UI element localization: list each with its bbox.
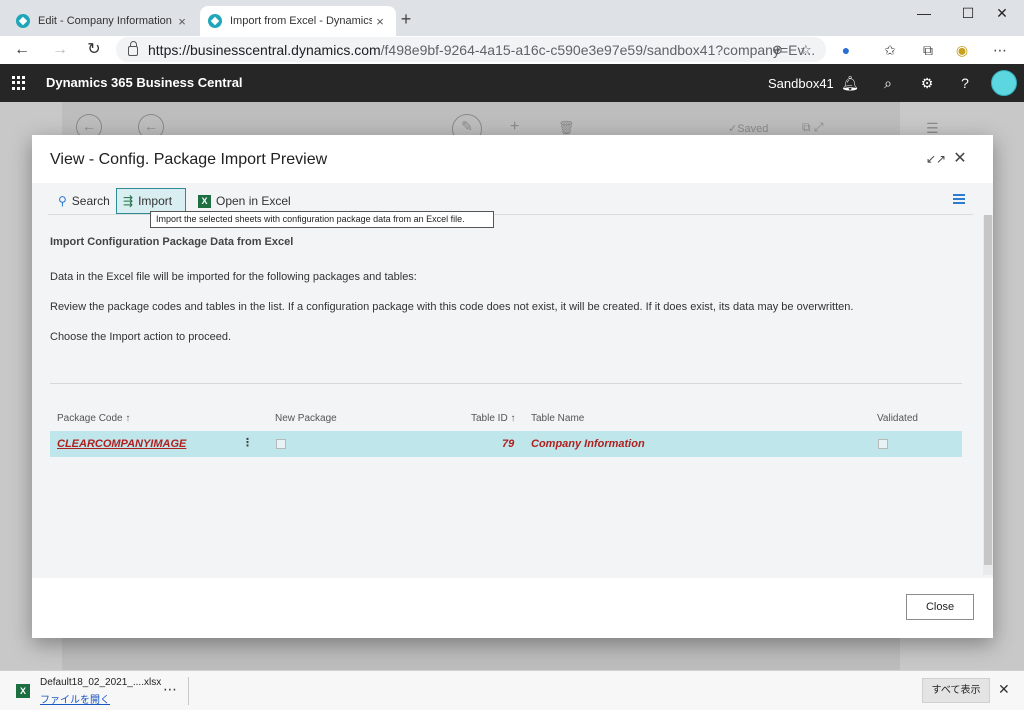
gear-icon[interactable]: ⚙ <box>917 73 937 93</box>
add-extension-icon[interactable]: ⊕ <box>772 42 783 58</box>
url-path: /f498e9bf-9264-4a15-a16c-c590e3e97e59/sa… <box>380 41 816 58</box>
column-table-id[interactable]: Table ID ↑ <box>471 413 515 424</box>
search-icon: ⚲ <box>58 194 67 208</box>
popout-icon: ⧉ ⤢ <box>802 120 824 134</box>
table-id-value: 79 <box>502 438 515 450</box>
column-package-code[interactable]: Package Code ↑ <box>57 413 130 424</box>
close-icon[interactable]: ✕ <box>950 149 970 169</box>
divider <box>188 677 189 705</box>
divider <box>50 383 962 384</box>
instruction-text: Data in the Excel file will be imported … <box>50 271 417 283</box>
show-all-button[interactable]: すべて表示 <box>922 678 990 703</box>
search-label: Search <box>71 194 110 208</box>
import-icon: ⇶ <box>123 194 134 208</box>
scrollbar-thumb[interactable] <box>984 215 992 565</box>
collapse-icon[interactable]: ↙↗ <box>926 149 946 169</box>
more-options-icon[interactable]: ⋯ <box>163 681 177 698</box>
validated-checkbox[interactable] <box>878 439 888 449</box>
delete-icon: 🗑︎ <box>558 120 575 135</box>
extension-globe-icon[interactable]: ● <box>836 40 856 60</box>
avatar[interactable] <box>991 70 1017 96</box>
favorites-icon[interactable]: ✩ <box>880 40 900 60</box>
column-table-name[interactable]: Table Name <box>531 413 584 424</box>
import-label: Import <box>138 194 173 208</box>
bell-icon[interactable]: 🔔︎ <box>840 73 860 93</box>
close-button[interactable]: Close <box>906 594 974 620</box>
new-tab-button[interactable]: + <box>396 9 416 29</box>
import-tooltip: Import the selected sheets with configur… <box>150 211 494 228</box>
saved-status: ✓Saved <box>728 123 769 135</box>
table-name-value: Company Information <box>531 438 645 450</box>
url-input[interactable]: https://businesscentral.dynamics.com/f49… <box>116 37 826 62</box>
favorite-star-icon[interactable]: ☆ <box>800 42 812 58</box>
close-download-bar-icon[interactable]: ✕ <box>998 681 1010 698</box>
environment-name: Sandbox41 <box>768 76 834 91</box>
close-window-button[interactable]: ✕ <box>980 0 1024 30</box>
list-view-icon[interactable] <box>953 194 965 204</box>
browser-tab-edit-company[interactable]: Edit - Company Information - Dy × <box>8 6 198 36</box>
download-bar: X Default18_02_2021_....xlsx ファイルを開く ⋯ す… <box>0 670 1024 710</box>
url-host: https://businesscentral.dynamics.com <box>148 41 381 58</box>
app-header: Dynamics 365 Business Central Sandbox41 … <box>0 64 1024 102</box>
tab-close-icon[interactable]: × <box>372 14 388 29</box>
vertical-scrollbar[interactable] <box>983 215 993 575</box>
help-icon[interactable]: ? <box>955 73 975 93</box>
tab-close-icon[interactable]: × <box>174 14 190 29</box>
tab-label: Import from Excel - Dynamics 36 <box>230 15 372 27</box>
browser-tab-import-excel[interactable]: Import from Excel - Dynamics 36 × <box>200 6 396 36</box>
lock-icon <box>128 41 138 56</box>
excel-file-icon: X <box>16 684 30 698</box>
search-button[interactable]: ⚲ Search <box>52 188 116 214</box>
address-bar-row: ← → ↻ https://businesscentral.dynamics.c… <box>0 36 1024 64</box>
instruction-text: Choose the Import action to proceed. <box>50 331 231 343</box>
app-title: Dynamics 365 Business Central <box>46 75 243 90</box>
app-launcher-icon[interactable] <box>12 76 26 90</box>
column-validated[interactable]: Validated <box>877 413 918 424</box>
column-new-package[interactable]: New Package <box>275 413 337 424</box>
add-icon: + <box>510 118 520 135</box>
instruction-text: Review the package codes and tables in t… <box>50 301 854 313</box>
table-row[interactable]: CLEARCOMPANYIMAGE ⋮ 79 Company Informati… <box>50 431 962 457</box>
dialog-title: View - Config. Package Import Preview <box>50 151 328 168</box>
new-package-checkbox[interactable] <box>276 439 286 449</box>
dynamics-favicon-icon <box>208 14 222 28</box>
download-file-name[interactable]: Default18_02_2021_....xlsx <box>40 677 161 688</box>
dialog-body: ⚲ Search ⇶ Import X Open in Excel Import… <box>32 183 993 578</box>
dynamics-favicon-icon <box>16 14 30 28</box>
table-header: Package Code ↑ New Package Table ID ↑ Ta… <box>50 411 962 429</box>
browser-tabstrip: Edit - Company Information - Dy × Import… <box>0 0 1024 36</box>
minimize-button[interactable]: — <box>902 0 946 30</box>
excel-icon: X <box>198 194 211 208</box>
tab-label: Edit - Company Information - Dy <box>38 15 174 27</box>
open-in-excel-label: Open in Excel <box>216 194 291 208</box>
profile-icon[interactable]: ◉ <box>952 40 972 60</box>
forward-arrow-icon[interactable]: → <box>48 38 72 62</box>
dialog-footer: Close <box>32 578 993 638</box>
back-arrow-icon[interactable]: ← <box>10 38 34 62</box>
collections-icon[interactable]: ⧉ <box>918 40 938 60</box>
refresh-icon[interactable]: ↻ <box>82 38 106 62</box>
row-menu-icon[interactable]: ⋮ <box>242 436 253 449</box>
section-heading: Import Configuration Package Data from E… <box>50 236 294 248</box>
package-code-link[interactable]: CLEARCOMPANYIMAGE <box>57 438 186 450</box>
open-file-link[interactable]: ファイルを開く <box>40 691 110 706</box>
search-icon[interactable]: ⌕ <box>878 73 898 93</box>
browser-menu-icon[interactable]: ⋯ <box>990 40 1010 60</box>
url-text: https://businesscentral.dynamics.com/f49… <box>148 42 826 58</box>
